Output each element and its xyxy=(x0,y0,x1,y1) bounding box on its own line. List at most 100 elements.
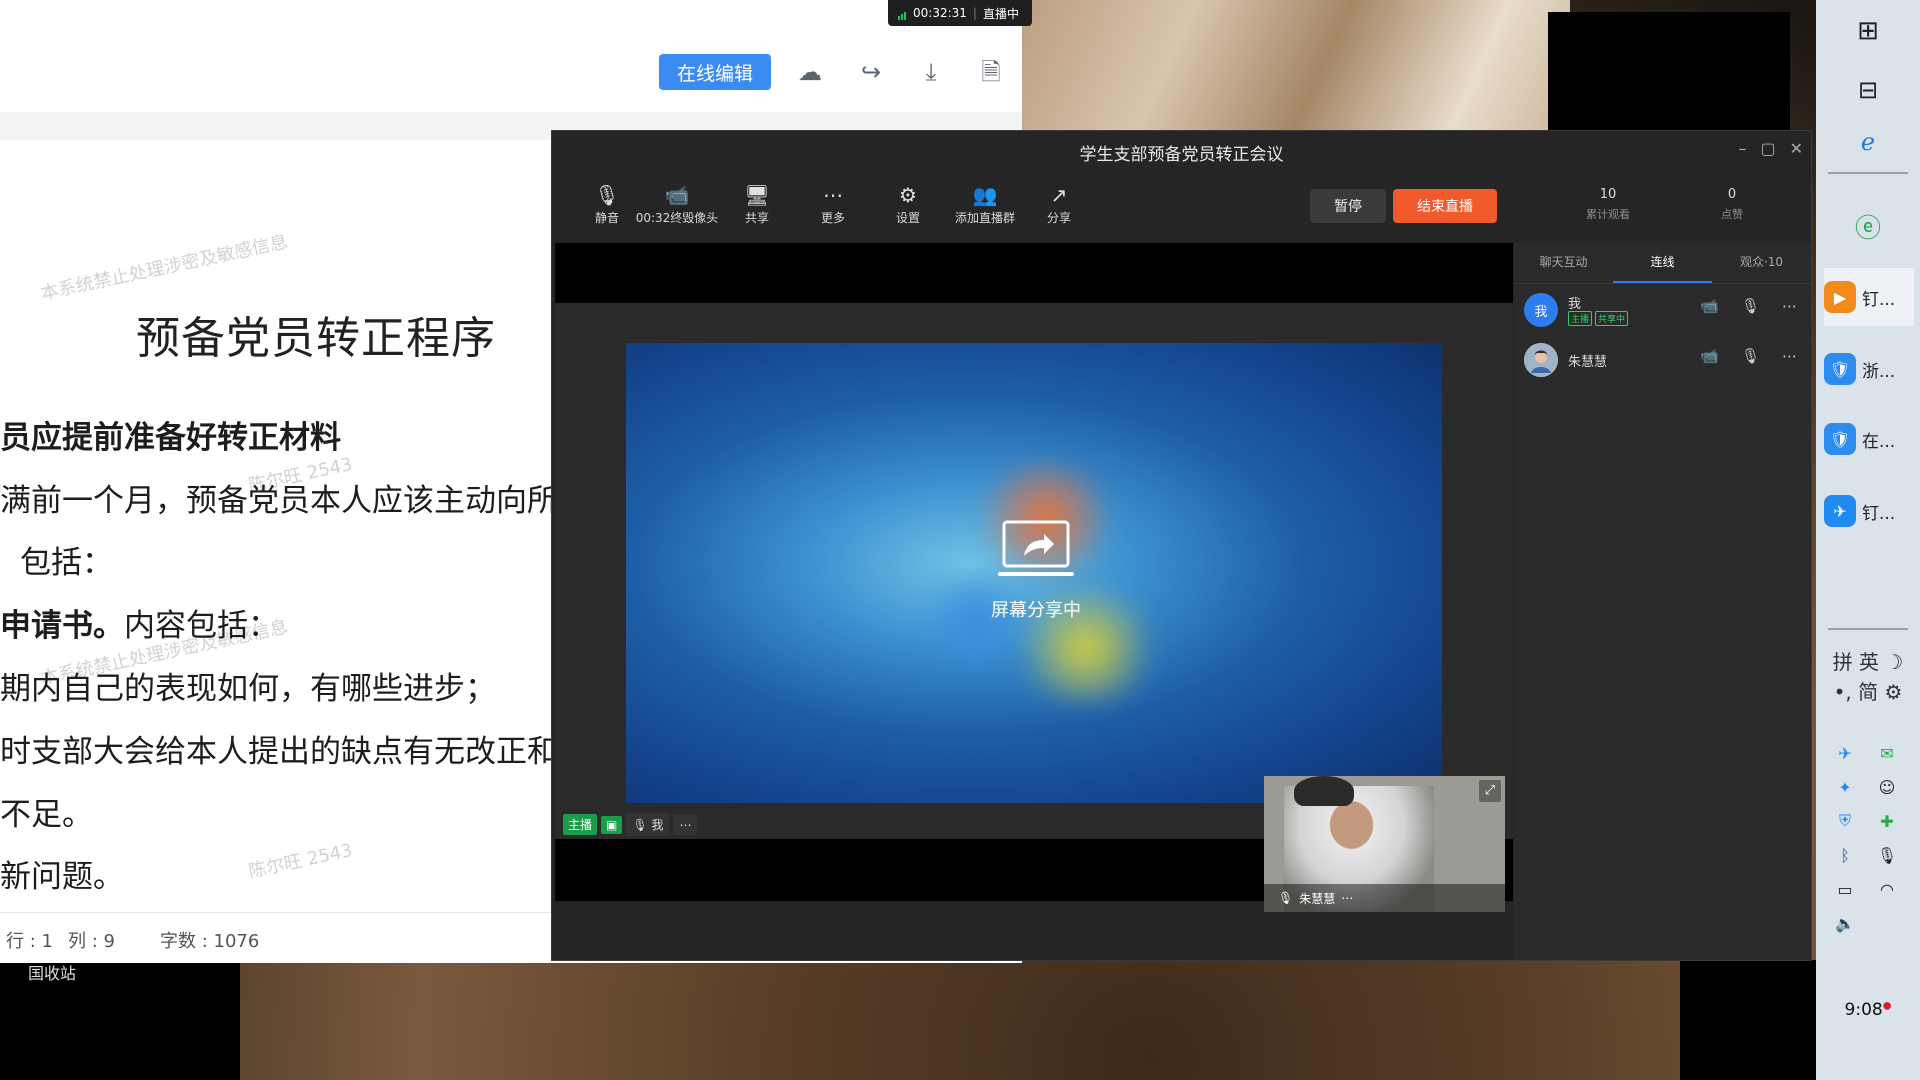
notification-dot-icon: ● xyxy=(1882,1000,1892,1012)
minimize-icon[interactable]: – xyxy=(1738,139,1746,158)
tab-connect[interactable]: 连线 xyxy=(1613,243,1712,283)
divider xyxy=(1828,172,1908,174)
tab-chat[interactable]: 聊天互动 xyxy=(1514,243,1613,283)
pause-button[interactable]: 暂停 xyxy=(1310,189,1386,223)
windows-start-icon[interactable]: ⊞ xyxy=(1816,16,1920,46)
cloud-sync-icon[interactable]: ☁ xyxy=(794,56,826,88)
more-icon: ⋯ xyxy=(823,183,843,207)
microphone-icon[interactable]: 🎙 xyxy=(1741,297,1760,315)
live-label: 直播中 xyxy=(982,6,1019,21)
taskbar-app-label: 在... xyxy=(1862,431,1896,452)
battery-icon[interactable]: ▭ xyxy=(1832,876,1858,902)
taskbar-app-dingtalk[interactable]: ✈ 钉... xyxy=(1824,482,1914,540)
wechat-icon[interactable]: ✉ xyxy=(1874,740,1900,766)
dingtalk-tray-icon[interactable]: ✈ xyxy=(1832,740,1858,766)
wifi-icon[interactable]: ◠ xyxy=(1874,876,1900,902)
document-line: 员应提前准备好转正材料 xyxy=(0,420,341,456)
tab-audience[interactable]: 观众·10 xyxy=(1712,243,1811,283)
me-mic-tag: 🎙 我 xyxy=(626,813,670,836)
document-line: 申请书。内容包括： xyxy=(0,600,279,645)
ime-indicator[interactable]: 拼 英 ☽ xyxy=(1816,646,1920,675)
tray-app-icon[interactable]: ✦ xyxy=(1832,774,1858,800)
row-indicator: 行 : 1 xyxy=(6,931,53,952)
bluetooth-icon[interactable]: ᛒ xyxy=(1832,842,1858,868)
desktop-icon-label: 国收站 xyxy=(28,964,77,983)
participant-video-feed xyxy=(1294,776,1354,806)
microphone-icon[interactable]: 🎙 xyxy=(1874,842,1900,868)
host-badge: 主播 xyxy=(1568,311,1593,326)
close-icon[interactable]: ✕ xyxy=(1790,139,1803,158)
letterbox xyxy=(555,243,1513,303)
clock-time: 9:08 xyxy=(1844,1000,1883,1020)
more-icon[interactable]: ⋯ xyxy=(673,814,698,835)
forward-icon[interactable]: ↪ xyxy=(855,56,887,88)
add-live-group-button[interactable]: 👥 添加直播群 xyxy=(945,181,1025,226)
participant-row[interactable]: 朱慧慧 📹 🎙 ⋯ xyxy=(1514,333,1811,383)
participant-video[interactable]: ⤢ 🎙 朱慧慧 ⋯ xyxy=(1264,776,1505,912)
more-icon[interactable]: ⋯ xyxy=(1782,297,1797,315)
taskbar-app-zhe[interactable]: 🛡 浙... xyxy=(1824,340,1914,398)
file-history-icon[interactable]: 🗎 xyxy=(975,56,1007,88)
screen-share-badge-icon: ▣ xyxy=(601,815,623,834)
browser-360-icon[interactable]: ⓔ xyxy=(1816,208,1920,245)
signal-icon xyxy=(898,6,907,20)
divider xyxy=(1828,628,1908,630)
desktop-wallpaper-highlight xyxy=(1010,0,1570,140)
document-line: 包括： xyxy=(20,545,113,581)
share-link-button[interactable]: ↗ 分享 xyxy=(1024,181,1094,226)
more-label: 更多 xyxy=(820,211,845,225)
participant-badges: 主播 共享中 xyxy=(1568,311,1629,326)
more-button[interactable]: ⋯ 更多 xyxy=(798,181,868,226)
window-controls: – ▢ ✕ xyxy=(1738,139,1803,158)
ime-indicator[interactable]: •, 简 ⚙ xyxy=(1816,676,1920,705)
document-line: 新问题。 xyxy=(0,859,124,895)
likes-label: 点赞 xyxy=(1721,208,1743,221)
document-line: 不足。 xyxy=(0,797,93,833)
settings-button[interactable]: ⚙ 设置 xyxy=(873,181,943,226)
qq-icon[interactable]: ☺ xyxy=(1874,774,1900,800)
host-indicator: 主播 ▣ 🎙 我 ⋯ xyxy=(563,813,698,836)
more-icon[interactable]: ⋯ xyxy=(1782,347,1797,365)
screen-sharing-overlay: 屏幕分享中 xyxy=(956,518,1116,638)
browser-icon[interactable]: ℯ xyxy=(1816,128,1920,156)
camera-icon[interactable]: 📹 xyxy=(1700,347,1719,365)
task-view-icon[interactable]: ⊟ xyxy=(1816,76,1920,104)
maximize-icon[interactable]: ▢ xyxy=(1760,139,1775,158)
taskbar-app-zai[interactable]: 🛡 在... xyxy=(1824,410,1914,468)
clock[interactable]: 9:08● xyxy=(1816,1000,1920,1020)
taskbar-app-label: 钉... xyxy=(1862,503,1896,524)
more-icon[interactable]: ⋯ xyxy=(1341,891,1353,905)
me-label: 我 xyxy=(651,818,664,832)
document-line-bold: 申请书。 xyxy=(0,608,124,644)
shared-screen: 屏幕分享中 xyxy=(626,343,1442,803)
document-status-bar: 行 : 1 列 : 9 字数 : 1076 xyxy=(0,912,560,963)
screen-sharing-label: 屏幕分享中 xyxy=(991,600,1081,621)
sharing-badge: 共享中 xyxy=(1595,311,1629,326)
live-status-pill: 00:32:31 | 直播中 xyxy=(888,0,1032,26)
expand-icon[interactable]: ⤢ xyxy=(1479,780,1501,802)
microphone-icon: 🎙 xyxy=(1278,891,1294,905)
participant-row[interactable]: 我 我 主播 共享中 📹 🎙 ⋯ xyxy=(1514,283,1811,333)
shield-icon[interactable]: ⛨ xyxy=(1832,808,1858,834)
settings-icon: ⚙ xyxy=(899,183,917,207)
microphone-icon[interactable]: 🎙 xyxy=(1741,347,1760,365)
side-panel: 聊天互动 连线 观众·10 我 我 主播 共享中 📹 🎙 ⋯ 朱慧慧 📹 🎙 ⋯ xyxy=(1514,243,1811,960)
camera-icon[interactable]: 📹 xyxy=(1700,297,1719,315)
divider: | xyxy=(972,6,977,20)
download-icon[interactable]: ⤓ xyxy=(915,56,947,88)
taskbar-app-dingtalk[interactable]: ▶ 钉... xyxy=(1824,268,1914,326)
char-count: 字数 : 1076 xyxy=(160,931,260,952)
volume-icon[interactable]: 🔈 xyxy=(1832,910,1858,936)
taskbar-app-label: 浙... xyxy=(1862,361,1896,382)
online-edit-button[interactable]: 在线编辑 xyxy=(659,54,771,90)
taskbar-app-label: 钉... xyxy=(1862,289,1896,310)
avatar: 我 xyxy=(1524,293,1558,327)
security-icon[interactable]: ✚ xyxy=(1874,808,1900,834)
share-button[interactable]: 🖥 共享 xyxy=(722,181,792,226)
end-live-button[interactable]: 结束直播 xyxy=(1393,189,1497,223)
document-line: 时支部大会给本人提出的缺点有无改正和 xyxy=(0,734,558,770)
camera-button[interactable]: 📹 00:32终毁像头 xyxy=(632,181,722,226)
meeting-window: 学生支部预备党员转正会议 – ▢ ✕ 🎙 静音 📹 00:32终毁像头 🖥 共享… xyxy=(551,130,1812,961)
participant-controls: 📹 🎙 ⋯ xyxy=(1700,347,1797,365)
live-timer: 00:32:31 xyxy=(913,6,967,20)
